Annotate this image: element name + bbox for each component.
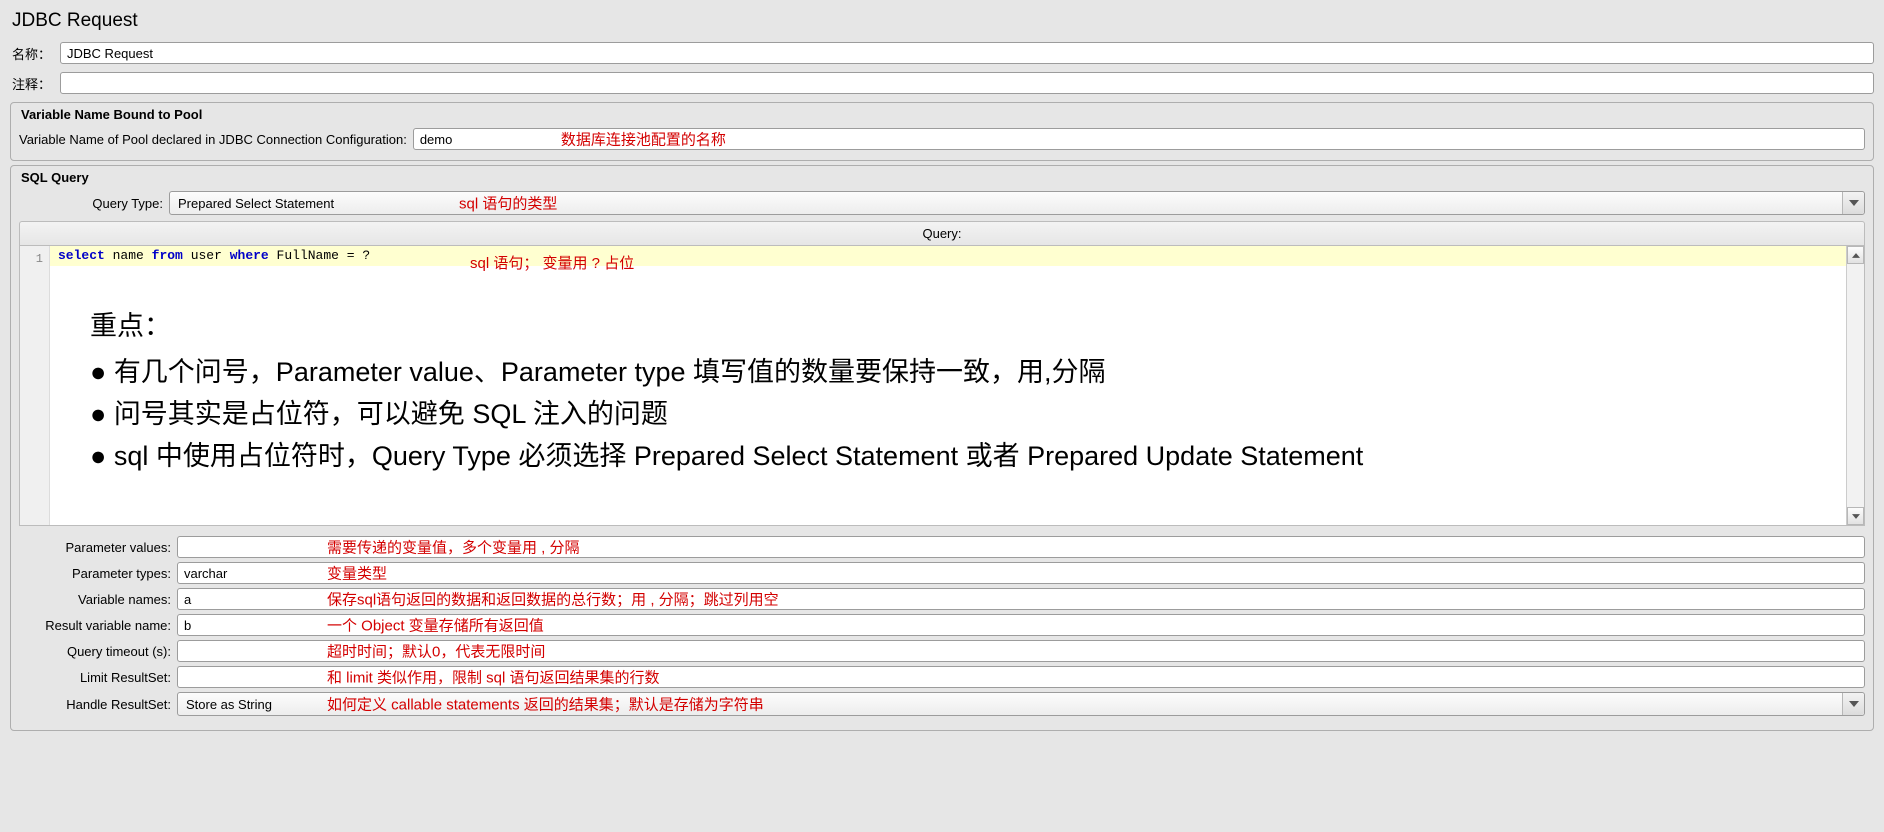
handle-resultset-label: Handle ResultSet: xyxy=(19,697,177,712)
pool-section: Variable Name Bound to Pool Variable Nam… xyxy=(10,102,1874,161)
sql-section-title: SQL Query xyxy=(19,170,1865,191)
param-values-row: Parameter values: 需要传递的变量值，多个变量用 , 分隔 xyxy=(19,536,1865,558)
sql-editor[interactable]: 1 select name from user where FullName =… xyxy=(19,246,1865,526)
scroll-up-icon[interactable] xyxy=(1847,246,1864,264)
notes-item: sql 中使用占位符时，Query Type 必须选择 Prepared Sel… xyxy=(90,436,1363,478)
query-type-label: Query Type: xyxy=(19,196,169,211)
limit-resultset-input[interactable] xyxy=(177,666,1865,688)
result-var-label: Result variable name: xyxy=(19,618,177,633)
editor-gutter: 1 xyxy=(20,246,50,525)
notes-list: 有几个问号，Parameter value、Parameter type 填写值… xyxy=(90,352,1363,478)
param-types-input[interactable] xyxy=(177,562,1865,584)
query-type-select[interactable]: Prepared Select Statement xyxy=(169,191,1865,215)
var-names-input[interactable] xyxy=(177,588,1865,610)
comment-input[interactable] xyxy=(60,72,1874,94)
chevron-down-icon xyxy=(1842,693,1864,715)
query-header: Query: xyxy=(19,221,1865,246)
sql-annotation: sql 语句； 变量用 ? 占位 xyxy=(470,252,634,273)
param-values-label: Parameter values: xyxy=(19,540,177,555)
name-input[interactable] xyxy=(60,42,1874,64)
var-names-row: Variable names: 保存sql语句返回的数据和返回数据的总行数；用 … xyxy=(19,588,1865,610)
query-timeout-label: Query timeout (s): xyxy=(19,644,177,659)
handle-resultset-select[interactable]: Store as String xyxy=(177,692,1865,716)
line-number: 1 xyxy=(20,252,43,266)
sql-line: select name from user where FullName = ? xyxy=(50,246,1864,266)
var-names-label: Variable names: xyxy=(19,592,177,607)
comment-label: 注释： xyxy=(10,74,60,93)
param-values-input[interactable] xyxy=(177,536,1865,558)
handle-resultset-row: Handle ResultSet: Store as String 如何定义 c… xyxy=(19,692,1865,716)
jdbc-request-panel: JDBC Request 名称： 注释： Variable Name Bound… xyxy=(0,0,1884,741)
handle-resultset-value: Store as String xyxy=(186,697,272,712)
chevron-down-icon xyxy=(1842,192,1864,214)
sql-section: SQL Query Query Type: Prepared Select St… xyxy=(10,165,1874,731)
query-timeout-row: Query timeout (s): 超时时间；默认0，代表无限时间 xyxy=(19,640,1865,662)
vertical-scrollbar[interactable] xyxy=(1846,246,1864,525)
query-type-value: Prepared Select Statement xyxy=(178,196,334,211)
scroll-track[interactable] xyxy=(1847,264,1864,507)
name-label: 名称： xyxy=(10,44,60,63)
query-timeout-input[interactable] xyxy=(177,640,1865,662)
result-var-input[interactable] xyxy=(177,614,1865,636)
comment-row: 注释： xyxy=(10,72,1874,94)
code-area[interactable]: select name from user where FullName = ?… xyxy=(50,246,1864,525)
notes-overlay: 重点： 有几个问号，Parameter value、Parameter type… xyxy=(90,306,1363,477)
notes-title: 重点： xyxy=(90,306,1363,348)
panel-title: JDBC Request xyxy=(10,6,1874,42)
pool-section-title: Variable Name Bound to Pool xyxy=(19,107,1865,128)
notes-item: 有几个问号，Parameter value、Parameter type 填写值… xyxy=(90,352,1363,394)
scroll-down-icon[interactable] xyxy=(1847,507,1864,525)
bottom-fields: Parameter values: 需要传递的变量值，多个变量用 , 分隔 Pa… xyxy=(19,536,1865,716)
pool-label: Variable Name of Pool declared in JDBC C… xyxy=(19,132,413,147)
param-types-label: Parameter types: xyxy=(19,566,177,581)
limit-resultset-row: Limit ResultSet: 和 limit 类似作用，限制 sql 语句返… xyxy=(19,666,1865,688)
limit-resultset-label: Limit ResultSet: xyxy=(19,670,177,685)
param-types-row: Parameter types: 变量类型 xyxy=(19,562,1865,584)
pool-input[interactable] xyxy=(413,128,1865,150)
result-var-row: Result variable name: 一个 Object 变量存储所有返回… xyxy=(19,614,1865,636)
name-row: 名称： xyxy=(10,42,1874,64)
notes-item: 问号其实是占位符，可以避免 SQL 注入的问题 xyxy=(90,394,1363,436)
